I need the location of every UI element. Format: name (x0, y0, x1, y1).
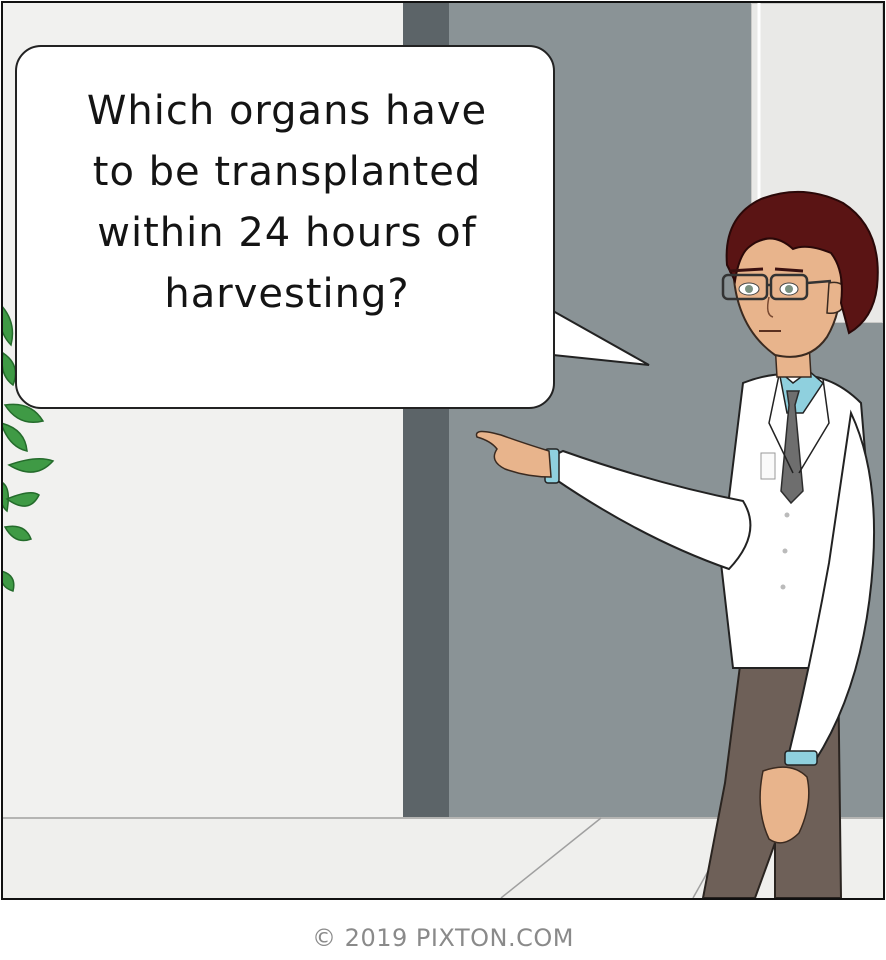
speech-bubble: Which organs have to be transplanted wit… (15, 45, 555, 409)
speech-bubble-text: Which organs have to be transplanted wit… (86, 88, 488, 317)
copyright-credit: © 2019 PIXTON.COM (312, 924, 574, 952)
speech-bubble-tail (553, 309, 650, 366)
comic-panel: Which organs have to be transplanted wit… (1, 1, 885, 900)
